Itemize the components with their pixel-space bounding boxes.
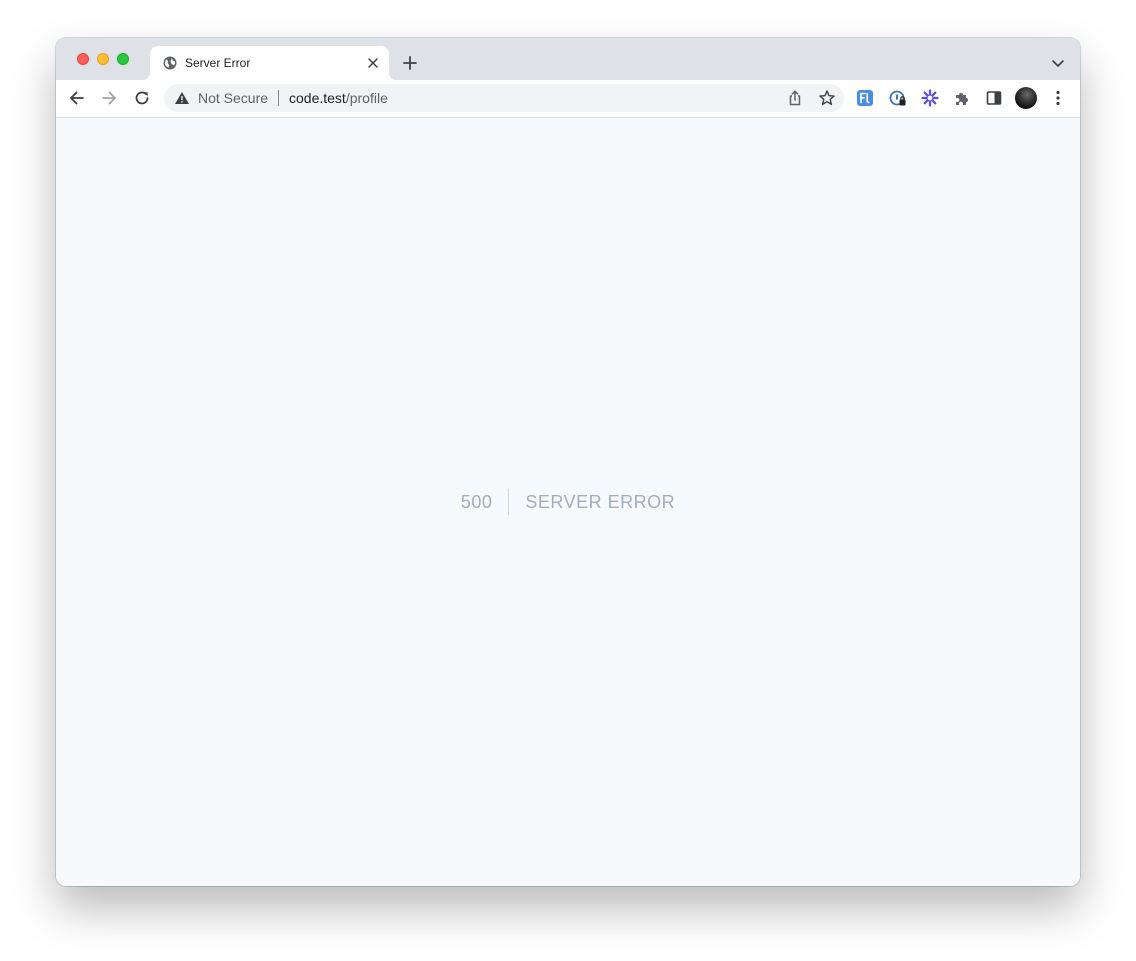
tab-title: Server Error xyxy=(185,56,251,70)
address-bar[interactable]: Not Secure code.test/profile xyxy=(164,84,844,112)
tab-strip: Server Error xyxy=(56,38,1080,80)
bookmark-star-icon[interactable] xyxy=(818,89,836,107)
page-content: 500 Server Error xyxy=(56,118,1080,886)
close-icon[interactable] xyxy=(365,55,381,71)
security-status-label[interactable]: Not Secure xyxy=(198,90,268,106)
url-host: code.test xyxy=(289,90,346,106)
chevron-down-icon[interactable] xyxy=(1050,55,1066,71)
warning-icon[interactable] xyxy=(174,90,190,106)
tab-server-error[interactable]: Server Error xyxy=(142,46,397,80)
new-tab-button[interactable] xyxy=(401,54,419,72)
kebab-menu-icon[interactable] xyxy=(1050,89,1066,107)
error-code: 500 xyxy=(461,489,510,515)
back-arrow-icon[interactable] xyxy=(67,88,87,108)
url-text[interactable]: code.test/profile xyxy=(289,90,388,106)
puzzle-icon[interactable] xyxy=(953,89,971,107)
browser-window: Server Error Not Secure code.test/profil… xyxy=(56,38,1080,886)
profile-avatar[interactable] xyxy=(1015,87,1037,109)
password-manager-icon[interactable] xyxy=(889,89,907,107)
side-panel-icon[interactable] xyxy=(985,89,1003,107)
window-close-button[interactable] xyxy=(77,53,89,65)
window-minimize-button[interactable] xyxy=(97,53,109,65)
reload-icon[interactable] xyxy=(132,88,152,108)
fl-extension-icon[interactable] xyxy=(856,89,874,107)
window-maximize-button[interactable] xyxy=(117,53,129,65)
globe-icon xyxy=(163,56,177,70)
url-path: /profile xyxy=(345,90,388,106)
asterisk-extension-icon[interactable] xyxy=(921,89,939,107)
omnibox-divider xyxy=(278,90,279,106)
error-message-container: 500 Server Error xyxy=(56,489,1080,515)
error-message: Server Error xyxy=(525,492,676,512)
share-icon[interactable] xyxy=(786,89,804,107)
browser-toolbar: Not Secure code.test/profile xyxy=(56,80,1080,118)
forward-arrow-icon[interactable] xyxy=(99,88,119,108)
